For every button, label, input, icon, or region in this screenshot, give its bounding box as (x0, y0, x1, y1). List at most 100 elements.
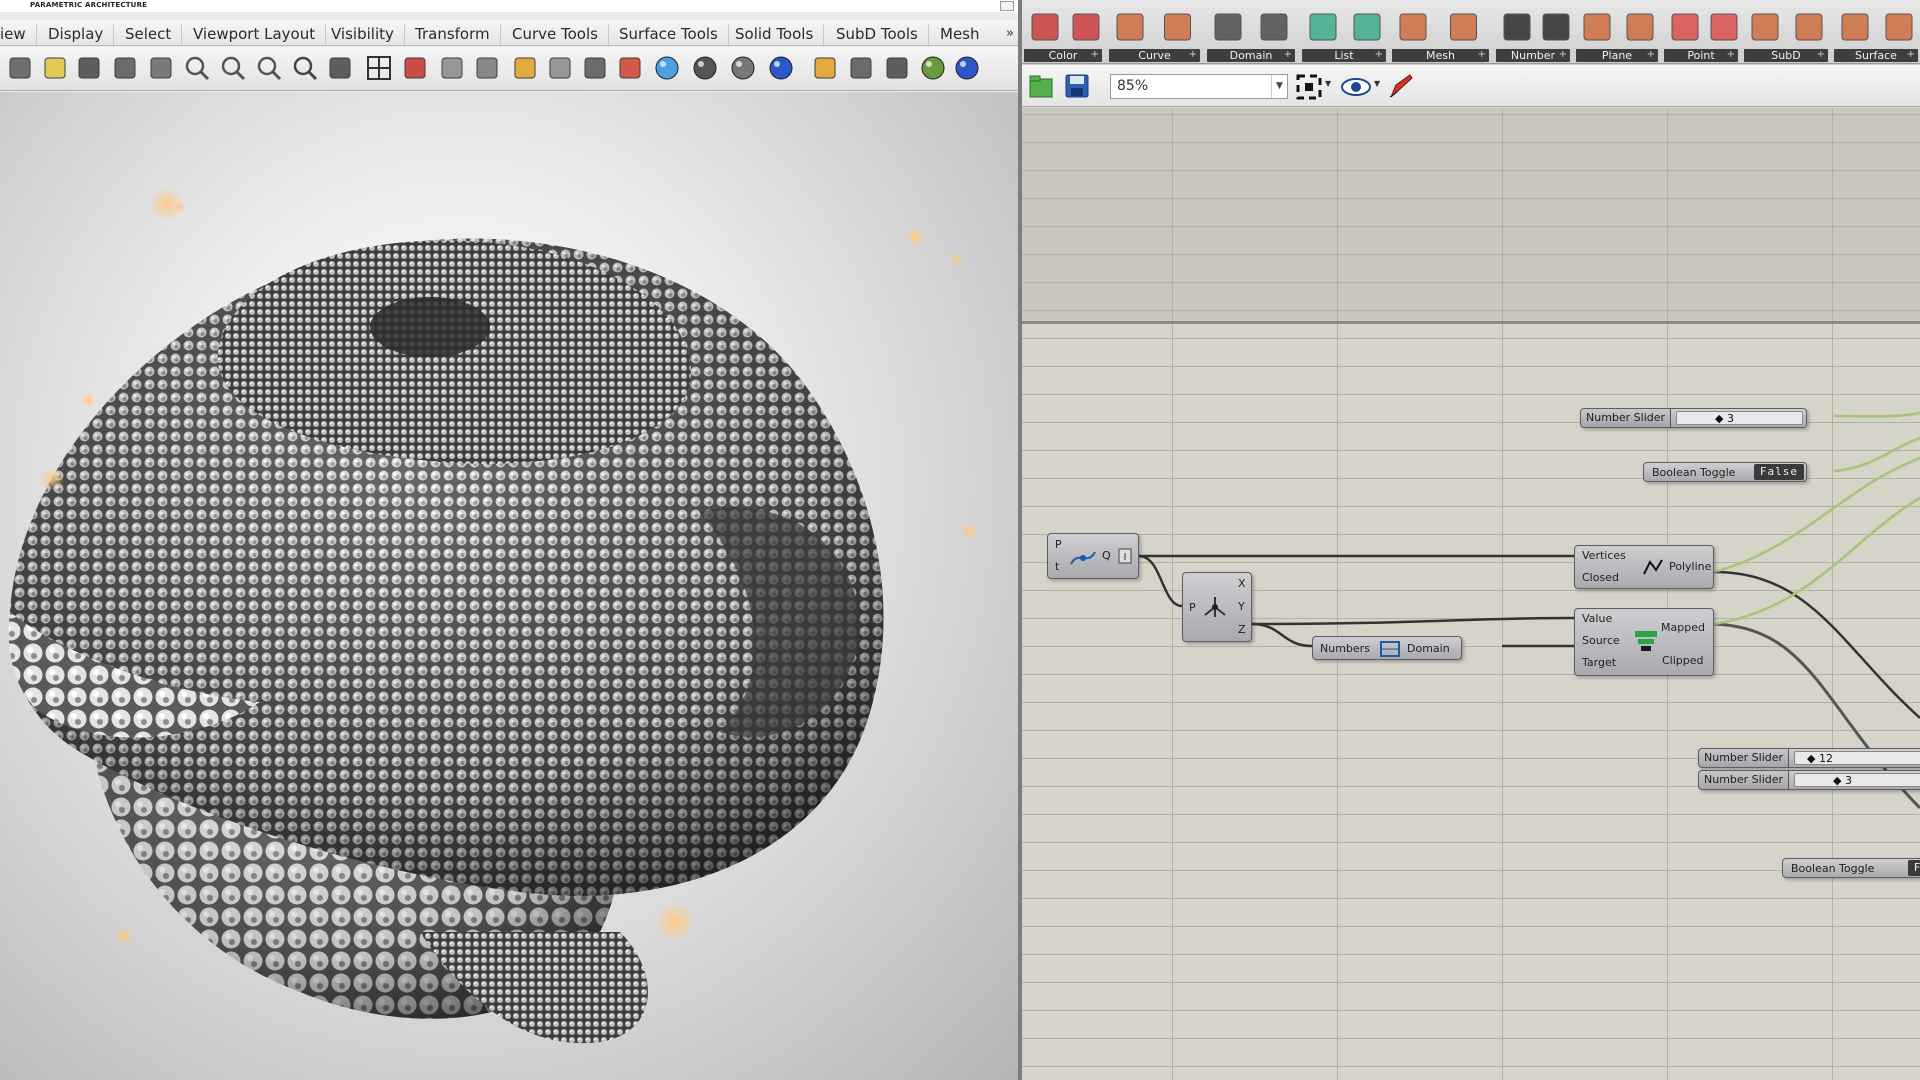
input-target: Target (1582, 656, 1617, 669)
ribbon-label[interactable]: Point (1664, 48, 1738, 62)
ribbon-label[interactable]: Color (1024, 48, 1102, 62)
tab-subd-tools[interactable]: SubD Tools (826, 24, 929, 45)
car-icon[interactable] (400, 53, 430, 83)
bounds-node[interactable]: Numbers Domain (1312, 636, 1462, 660)
tab-solid-tools[interactable]: Solid Tools (725, 24, 825, 45)
spark (175, 202, 185, 212)
deconstruct-point-node[interactable]: P X Y Z (1182, 572, 1252, 642)
chevron-down-icon[interactable]: ▼ (1271, 75, 1287, 98)
input-value: Value (1582, 612, 1613, 625)
render-sphere-icon[interactable] (728, 53, 758, 83)
shade-icon[interactable] (690, 53, 720, 83)
zoom-window-icon[interactable] (218, 53, 248, 83)
ribbon-icons[interactable] (1662, 0, 1740, 50)
chevron-down-icon[interactable]: ▼ (1325, 79, 1331, 88)
input-vertices: Vertices (1582, 549, 1626, 562)
save-icon[interactable] (1064, 73, 1090, 99)
number-slider[interactable]: Number Slider ◆ 12 (1698, 748, 1920, 768)
color-wheel-icon[interactable] (652, 53, 682, 83)
remap-numbers-node[interactable]: Value Source Target Mapped Clipped (1574, 608, 1714, 676)
ribbon-label[interactable]: SubD (1744, 48, 1828, 62)
chevron-down-icon[interactable]: ▼ (1374, 79, 1380, 88)
number-slider[interactable]: Number Slider ◆ 3 (1580, 408, 1807, 428)
tab-select[interactable]: Select (115, 24, 183, 45)
tab-display[interactable]: Display (38, 24, 115, 45)
tab-view[interactable]: iew (0, 24, 37, 45)
ribbon-label[interactable]: List (1302, 48, 1386, 62)
move-icon[interactable] (146, 53, 176, 83)
ribbon-icons[interactable] (1574, 0, 1660, 50)
lock-icon[interactable] (580, 53, 610, 83)
number-slider[interactable]: Number Slider ◆ 3 (1698, 770, 1920, 790)
ribbon-label[interactable]: Mesh (1392, 48, 1489, 62)
slider-value: ◆ 12 (1807, 752, 1833, 765)
rhino-window: PARAMETRIC ARCHITECTURE iew Display Sele… (0, 0, 1018, 1080)
ribbon-icons[interactable] (1022, 0, 1104, 50)
sketch-pen-icon[interactable] (1386, 71, 1416, 101)
layer-icon[interactable] (615, 53, 645, 83)
spark (655, 902, 695, 942)
toggle-value[interactable]: False (1753, 464, 1804, 480)
grasshopper-window: Color Curve Domain List Mesh Number Plane Point… (1022, 0, 1920, 1080)
slider-track[interactable]: ◆ 3 (1676, 411, 1803, 425)
slider-track[interactable]: ◆ 12 (1794, 751, 1920, 765)
grasshopper-canvas[interactable]: Number Slider ◆ 3 Boolean Toggle False P… (1022, 108, 1920, 1080)
spark (905, 227, 925, 247)
tab-viewport-layout[interactable]: Viewport Layout (183, 24, 327, 45)
rotate-view-icon[interactable] (325, 53, 355, 83)
blue-sphere-icon[interactable] (766, 53, 796, 83)
ribbon-icons[interactable] (1832, 0, 1920, 50)
tab-visibility[interactable]: Visibility (321, 24, 405, 45)
ribbon-icons[interactable] (1205, 0, 1297, 50)
gear-icon[interactable] (846, 53, 876, 83)
tab-transform[interactable]: Transform (405, 24, 501, 45)
undo-icon[interactable] (74, 53, 104, 83)
more-tabs-icon[interactable]: » (1006, 26, 1014, 41)
ribbon-icons[interactable] (1494, 0, 1572, 50)
snap-icon[interactable] (882, 53, 912, 83)
evaluate-curve-node[interactable]: P t Q (1047, 533, 1139, 579)
tab-surface-tools[interactable]: Surface Tools (609, 24, 729, 45)
boolean-toggle[interactable]: Boolean Toggle Fa (1782, 858, 1920, 878)
render-scene (8, 238, 884, 1044)
new-file-icon[interactable] (5, 53, 35, 83)
slider-track[interactable]: ◆ 3 (1794, 773, 1920, 787)
paste-icon[interactable] (40, 53, 70, 83)
tab-mesh[interactable]: Mesh (930, 24, 990, 45)
ribbon-icons[interactable] (1742, 0, 1830, 50)
output-y: Y (1238, 600, 1245, 613)
polyline-node[interactable]: Vertices Closed Polyline (1574, 545, 1714, 589)
ribbon-label[interactable]: Surface (1834, 48, 1918, 62)
ribbon-icons[interactable] (1300, 0, 1388, 50)
ribbon-group-number: Number (1494, 0, 1572, 64)
hide-icon[interactable] (437, 53, 467, 83)
zoom-selected-icon[interactable] (290, 53, 320, 83)
input-closed: Closed (1582, 571, 1619, 584)
preview-eye-icon[interactable] (1340, 73, 1372, 101)
toggle-value[interactable]: Fa (1907, 860, 1920, 876)
ribbon-label[interactable]: Number (1496, 48, 1570, 62)
component-ribbon: Color Curve Domain List Mesh Number Plane Point… (1022, 0, 1920, 64)
zoom-dropdown[interactable]: 85% ▼ (1110, 74, 1288, 99)
point-icon[interactable] (510, 53, 540, 83)
globe-icon[interactable] (918, 53, 948, 83)
light-pen-icon[interactable] (810, 53, 840, 83)
circle-icon[interactable] (472, 53, 502, 83)
ribbon-icons[interactable] (1390, 0, 1491, 50)
ribbon-label[interactable]: Curve (1109, 48, 1200, 62)
ribbon-icons[interactable] (1107, 0, 1202, 50)
ribbon-label[interactable]: Plane (1576, 48, 1658, 62)
tab-curve-tools[interactable]: Curve Tools (502, 24, 609, 45)
light-icon[interactable] (545, 53, 575, 83)
help-icon[interactable] (952, 53, 982, 83)
zoom-icon[interactable] (182, 53, 212, 83)
perspective-viewport[interactable] (0, 92, 1018, 1080)
zoom-extents-icon[interactable] (1295, 73, 1323, 101)
grid-icon[interactable] (364, 53, 394, 83)
pan-icon[interactable] (110, 53, 140, 83)
ribbon-label[interactable]: Domain (1207, 48, 1295, 62)
window-button[interactable] (1000, 1, 1014, 11)
open-file-icon[interactable] (1028, 73, 1054, 99)
boolean-toggle[interactable]: Boolean Toggle False (1643, 462, 1807, 482)
zoom-extents-icon[interactable] (254, 53, 284, 83)
